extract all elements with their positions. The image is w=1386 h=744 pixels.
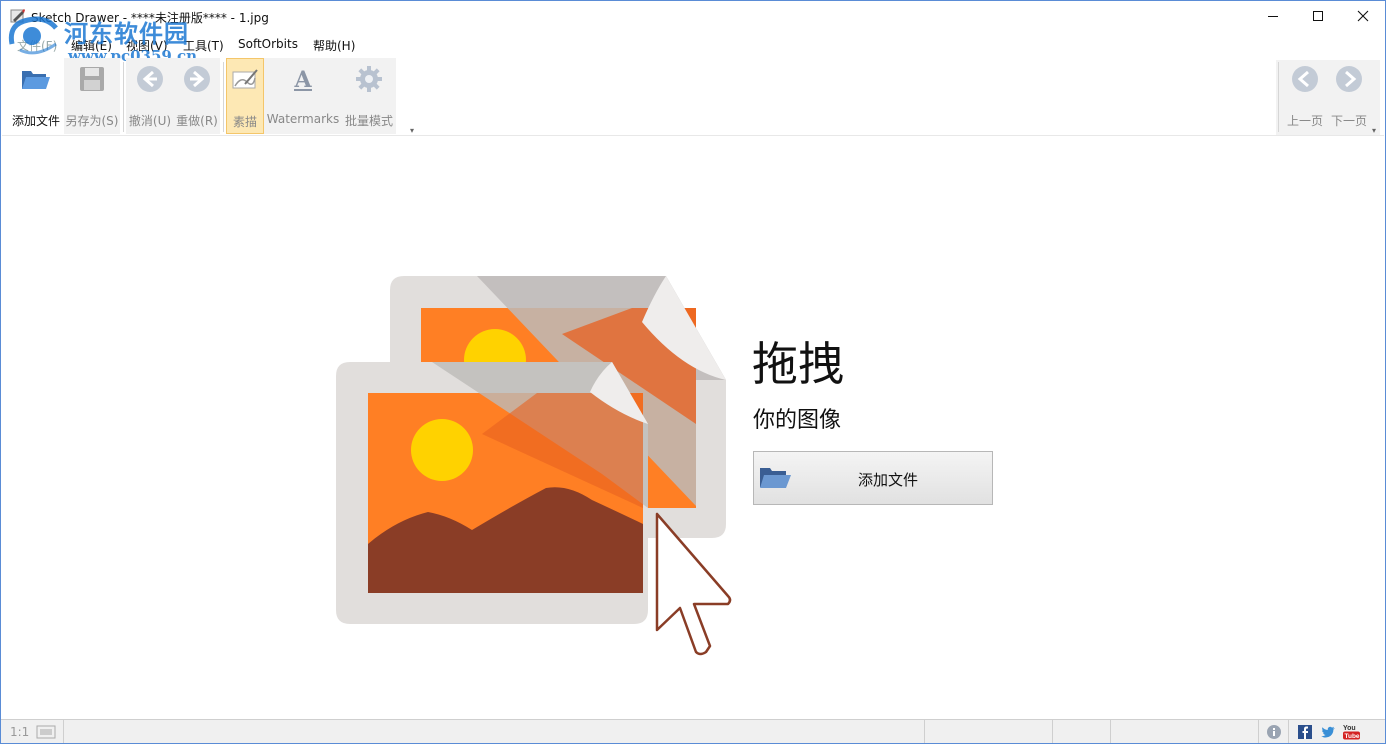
- menu-bar: 文件(F) 编辑(E) 视图(V) 工具(T) SoftOrbits 帮助(H): [0, 31, 1386, 56]
- redo-button[interactable]: 重做(R): [174, 58, 220, 134]
- status-bar: 1:1 You Tube: [0, 719, 1386, 744]
- add-file-button[interactable]: 添加文件: [6, 58, 66, 134]
- next-page-icon: [1336, 66, 1362, 92]
- drop-subtitle: 你的图像: [753, 408, 842, 433]
- toolbar: 添加文件 另存为(S) 撤消(U) 重做(R) 素描 A Watermarks …: [6, 58, 418, 136]
- batch-mode-label: 批量模式: [344, 114, 393, 128]
- fit-window-icon[interactable]: [36, 725, 56, 739]
- close-icon: [1357, 10, 1369, 22]
- youtube-icon[interactable]: You Tube: [1342, 723, 1362, 741]
- next-page-button[interactable]: 下一页: [1326, 58, 1372, 134]
- toolbar-divider: [2, 135, 1384, 136]
- prev-page-button[interactable]: 上一页: [1282, 58, 1328, 134]
- title-bar: Sketch Drawer - ****未注册版**** - 1.jpg: [0, 0, 1386, 31]
- nav-options-icon[interactable]: ▾: [1372, 126, 1376, 135]
- add-file-label: 添加文件: [11, 114, 60, 128]
- gear-icon: [356, 66, 382, 92]
- arrow-left-icon: [137, 66, 163, 92]
- watermark-text-icon: A: [293, 67, 312, 93]
- watermark-text: 河东软件园: [64, 19, 189, 48]
- save-as-label: 另存为(S): [65, 114, 119, 128]
- prev-page-label: 上一页: [1286, 114, 1323, 128]
- close-button[interactable]: [1340, 1, 1386, 31]
- save-icon: [80, 67, 104, 91]
- menu-softorbits[interactable]: SoftOrbits: [238, 37, 298, 51]
- sketch-label: 素描: [232, 115, 257, 129]
- twitter-icon[interactable]: [1320, 724, 1336, 740]
- menu-help[interactable]: 帮助(H): [313, 37, 355, 54]
- svg-text:You: You: [1343, 725, 1356, 732]
- facebook-icon[interactable]: [1297, 724, 1313, 740]
- drop-title: 拖拽: [752, 337, 844, 391]
- page-navigation: 上一页 下一页 ▾: [1276, 60, 1380, 136]
- sketch-icon: [232, 69, 258, 89]
- save-as-button[interactable]: 另存为(S): [64, 58, 120, 134]
- open-folder-icon: [22, 71, 50, 89]
- sketch-button[interactable]: 素描: [226, 58, 264, 134]
- zoom-ratio[interactable]: 1:1: [10, 725, 29, 739]
- drop-images-illustration[interactable]: [332, 274, 736, 658]
- minimize-icon: [1268, 16, 1278, 17]
- add-file-main-label: 添加文件: [858, 471, 919, 489]
- ribbon-options-icon[interactable]: ▾: [410, 126, 414, 135]
- svg-text:Tube: Tube: [1345, 733, 1360, 740]
- undo-label: 撤消(U): [128, 114, 172, 128]
- prev-page-icon: [1292, 66, 1318, 92]
- watermark-logo: [8, 16, 58, 55]
- add-file-main-button[interactable]: 添加文件: [753, 451, 993, 505]
- batch-mode-button[interactable]: 批量模式: [342, 58, 396, 134]
- folder-icon: [760, 468, 791, 488]
- maximize-button[interactable]: [1295, 1, 1341, 31]
- watermarks-button[interactable]: A Watermarks: [266, 58, 340, 134]
- maximize-icon: [1313, 11, 1323, 21]
- minimize-button[interactable]: [1250, 1, 1296, 31]
- info-icon[interactable]: [1266, 724, 1282, 740]
- watermarks-label: Watermarks: [266, 112, 340, 126]
- arrow-right-icon: [184, 66, 210, 92]
- next-page-label: 下一页: [1330, 114, 1367, 128]
- undo-button[interactable]: 撤消(U): [127, 58, 173, 134]
- redo-label: 重做(R): [176, 114, 218, 128]
